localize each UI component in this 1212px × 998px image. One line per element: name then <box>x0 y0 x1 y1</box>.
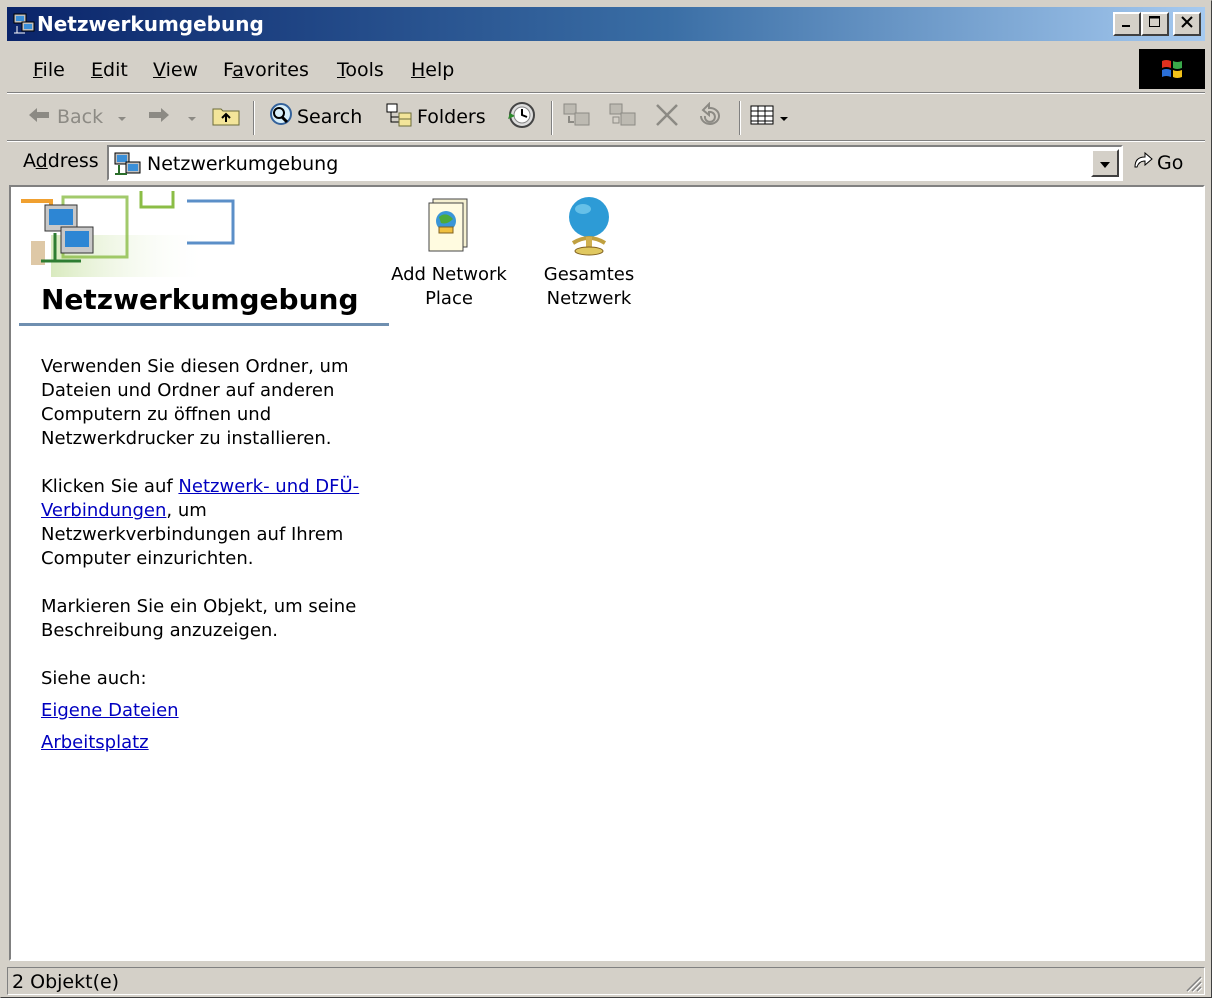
status-panel: 2 Objekt(e) <box>7 967 1205 995</box>
up-folder-icon <box>211 103 241 132</box>
menu-help-label: elp <box>425 59 455 81</box>
chevron-down-icon <box>117 106 127 128</box>
banner-graphic <box>21 191 235 277</box>
menu-view-label: iew <box>165 59 199 81</box>
menu-view-mnemonic: V <box>153 59 166 81</box>
copy-to-button[interactable] <box>607 101 639 133</box>
banner-underline <box>19 323 389 326</box>
toolbar-separator <box>551 101 553 135</box>
info-paragraph-1: Verwenden Sie diesen Ordner, um Dateien … <box>41 356 349 449</box>
menu-favorites-pre: F <box>223 59 233 81</box>
menubar-divider <box>7 92 1205 94</box>
menu-favorites-mnemonic: a <box>232 59 244 81</box>
undo-icon <box>695 101 725 133</box>
menu-help-mnemonic: H <box>411 59 426 81</box>
folder-title: Netzwerkumgebung <box>41 283 359 316</box>
menu-tools[interactable]: Tools <box>337 59 384 81</box>
search-button[interactable]: Search <box>267 101 362 133</box>
network-neighborhood-icon <box>113 152 143 181</box>
add-network-place-label: Add Network Place <box>391 264 507 309</box>
views-button[interactable] <box>749 101 789 133</box>
chevron-down-icon <box>187 106 197 128</box>
address-dropdown-button[interactable] <box>1091 149 1119 177</box>
copy-to-icon <box>607 101 639 134</box>
back-button[interactable]: Back <box>27 101 103 133</box>
menu-edit[interactable]: Edit <box>91 59 128 81</box>
delete-icon <box>653 101 681 134</box>
my-computer-link[interactable]: Arbeitsplatz <box>41 731 381 755</box>
forward-arrow-icon <box>145 105 171 130</box>
history-button[interactable] <box>507 101 537 133</box>
move-to-icon <box>561 101 593 134</box>
status-object-count: 2 Objekt(e) <box>12 971 120 993</box>
info-paragraph-2: Klicken Sie auf Netzwerk- und DFÜ-Verbin… <box>41 475 381 571</box>
title-bar[interactable]: Netzwerkumgebung <box>7 7 1205 41</box>
toolbar-divider <box>7 140 1205 142</box>
globe-icon <box>559 193 619 257</box>
up-folder-button[interactable] <box>211 101 241 133</box>
menu-favorites[interactable]: Favorites <box>223 59 309 81</box>
menu-tools-label: ools <box>345 59 384 81</box>
entire-network-label: Gesamtes Netzwerk <box>543 264 635 309</box>
address-label-rest: dress <box>47 150 99 172</box>
toolbar-separator <box>739 101 741 135</box>
forward-button[interactable] <box>145 101 171 133</box>
folders-icon <box>385 102 415 133</box>
move-to-button[interactable] <box>561 101 593 133</box>
search-label: Search <box>297 106 363 128</box>
menu-bar: File Edit View Favorites Tools Help <box>7 47 1205 91</box>
menu-favorites-label: vorites <box>243 59 309 81</box>
window-title: Netzwerkumgebung <box>37 12 264 36</box>
add-network-place-icon <box>419 193 479 257</box>
menu-help[interactable]: Help <box>411 59 454 81</box>
menu-file-label: ile <box>42 59 65 81</box>
forward-history-dropdown[interactable] <box>187 101 197 133</box>
back-history-dropdown[interactable] <box>117 101 127 133</box>
undo-button[interactable] <box>695 101 725 133</box>
chevron-down-icon <box>779 106 789 128</box>
windows-logo-icon <box>1139 49 1205 89</box>
history-icon <box>507 100 537 135</box>
info-pane: Verwenden Sie diesen Ordner, um Dateien … <box>41 355 381 755</box>
folders-button[interactable]: Folders <box>385 101 486 133</box>
resize-grip-icon[interactable] <box>1183 973 1203 993</box>
address-label-pre: A <box>23 150 36 172</box>
chevron-down-icon <box>1099 152 1111 174</box>
toolbar-separator <box>253 101 255 135</box>
close-button[interactable] <box>1173 12 1201 36</box>
address-input[interactable]: Netzwerkumgebung <box>107 145 1123 181</box>
maximize-button[interactable] <box>1141 12 1169 36</box>
my-documents-link[interactable]: Eigene Dateien <box>41 699 381 723</box>
back-label: Back <box>57 106 104 128</box>
info-paragraph-2-pre: Klicken Sie auf <box>41 476 179 497</box>
toolbar: Back Search Folders <box>7 95 1205 139</box>
go-button[interactable]: Go <box>1131 149 1183 176</box>
see-also-heading: Siehe auch: <box>41 668 147 689</box>
search-icon <box>267 102 295 133</box>
menu-file-mnemonic: F <box>33 59 43 81</box>
folders-label: Folders <box>417 106 486 128</box>
status-bar: 2 Objekt(e) <box>7 965 1205 995</box>
back-arrow-icon <box>27 105 53 130</box>
entire-network-item[interactable]: Gesamtes Netzwerk <box>529 193 649 311</box>
menu-edit-mnemonic: E <box>91 59 104 81</box>
go-label: Go <box>1157 151 1184 174</box>
info-paragraph-3: Markieren Sie ein Objekt, um seine Besch… <box>41 596 357 641</box>
minimize-button[interactable] <box>1113 12 1141 36</box>
menu-edit-label: dit <box>103 59 128 81</box>
address-label: Address <box>23 150 99 172</box>
address-value: Netzwerkumgebung <box>147 153 339 175</box>
menu-view[interactable]: View <box>153 59 198 81</box>
add-network-place-item[interactable]: Add Network Place <box>389 193 509 311</box>
menu-file[interactable]: File <box>33 59 65 81</box>
network-neighborhood-icon <box>13 13 35 40</box>
address-label-mnemonic: d <box>35 150 48 172</box>
address-bar: Address Netzwerkumgebung Go <box>7 143 1205 183</box>
go-arrow-icon <box>1131 149 1155 176</box>
folder-view[interactable]: Netzwerkumgebung Verwenden Sie diesen Or… <box>9 185 1205 961</box>
views-icon <box>749 103 777 132</box>
delete-button[interactable] <box>653 101 681 133</box>
web-view-banner: Netzwerkumgebung <box>11 187 391 327</box>
explorer-window: Netzwerkumgebung File Edit View Favorite… <box>0 0 1212 998</box>
